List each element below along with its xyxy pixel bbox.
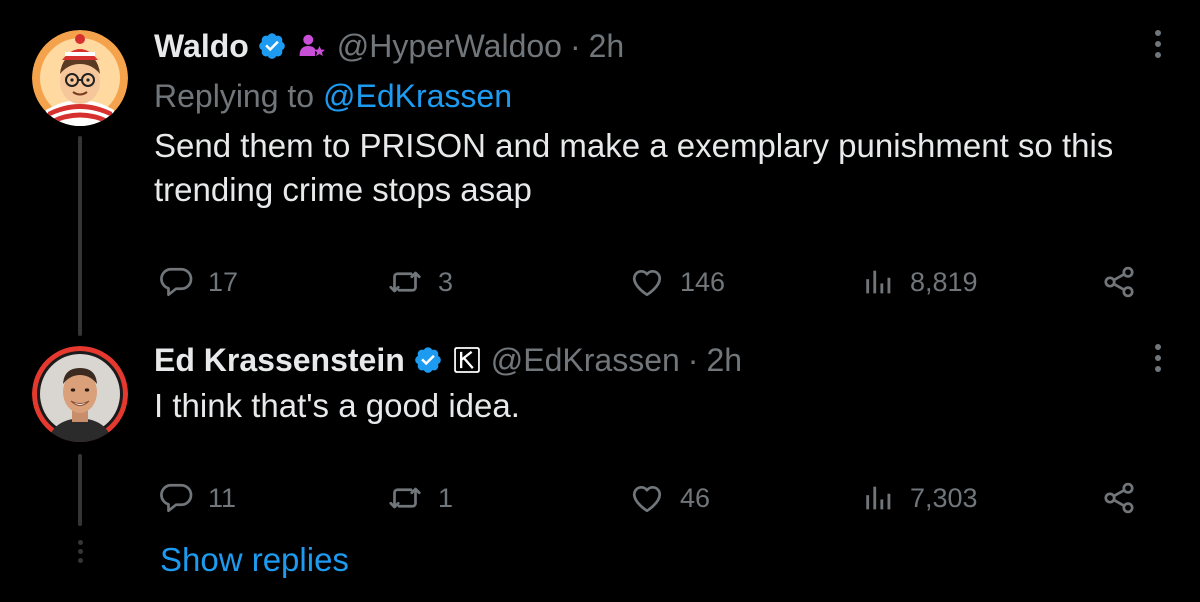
views-button[interactable]: 8,819 (862, 262, 978, 302)
affiliate-person-icon[interactable] (297, 31, 327, 61)
tweet-header: Ed Krassenstein @EdKrassen · 2h (154, 340, 1170, 380)
tweet[interactable]: Waldo @HyperWaldoo · 2h Replying to @EdK… (154, 26, 1170, 302)
reply-count: 17 (208, 266, 239, 297)
verified-badge-icon[interactable] (413, 345, 443, 375)
thread-continuation-dots (76, 540, 84, 563)
share-icon (1104, 482, 1134, 514)
reply-icon (160, 483, 193, 513)
more-options-icon[interactable] (1152, 344, 1164, 372)
verified-badge-icon[interactable] (257, 31, 287, 61)
replying-to-line: Replying to @EdKrassen (154, 76, 1170, 116)
header-separator: · (569, 27, 581, 64)
avatar[interactable] (32, 346, 128, 442)
views-count: 8,819 (910, 266, 978, 297)
tweet-actions: 17 3 146 8,819 (154, 262, 1170, 302)
views-chart-icon (866, 270, 891, 294)
reply-button[interactable]: 11 (158, 478, 236, 518)
tweet-timestamp[interactable]: 2h (706, 342, 742, 379)
ed-avatar-icon (32, 346, 128, 442)
display-name[interactable]: Ed Krassenstein (154, 342, 405, 379)
repost-button[interactable]: 1 (386, 478, 453, 518)
views-chart-icon (866, 486, 891, 510)
show-replies-link[interactable]: Show replies (160, 538, 349, 582)
like-button[interactable]: 46 (628, 478, 710, 518)
display-name[interactable]: Waldo (154, 28, 249, 65)
repost-icon (389, 487, 421, 509)
tweet-text: I think that's a good idea. (154, 387, 520, 424)
user-handle[interactable]: @HyperWaldoo (337, 28, 562, 65)
tweet[interactable]: Ed Krassenstein @EdKrassen · 2h I think … (154, 340, 1170, 518)
reply-button[interactable]: 17 (158, 262, 238, 302)
k-logo-badge-icon[interactable] (453, 346, 481, 374)
tweet-header: Waldo @HyperWaldoo · 2h (154, 26, 1170, 66)
more-options-icon[interactable] (1152, 30, 1164, 58)
views-button[interactable]: 7,303 (862, 478, 978, 518)
header-separator: · (687, 341, 699, 378)
like-count: 46 (680, 482, 711, 513)
reply-icon (160, 267, 193, 297)
views-count: 7,303 (910, 482, 978, 513)
user-handle[interactable]: @EdKrassen (491, 342, 680, 379)
replying-to-mention[interactable]: @EdKrassen (323, 78, 512, 114)
tweet-text: Send them to PRISON and make a exemplary… (154, 127, 1114, 208)
replying-prefix: Replying to (154, 78, 315, 114)
reply-count: 11 (208, 482, 237, 513)
repost-button[interactable]: 3 (386, 262, 453, 302)
thread-connector-line (78, 454, 82, 526)
tweet-actions: 11 1 46 7,303 (154, 478, 1170, 518)
repost-count: 1 (438, 482, 454, 513)
waldo-avatar-icon (32, 30, 128, 126)
like-count: 146 (680, 266, 726, 297)
like-button[interactable]: 146 (628, 262, 725, 302)
share-icon (1104, 266, 1134, 298)
share-button[interactable] (1100, 262, 1138, 302)
heart-icon (632, 269, 662, 297)
thread-connector-line (78, 136, 82, 336)
tweet-timestamp[interactable]: 2h (589, 28, 625, 65)
repost-icon (389, 271, 421, 293)
share-button[interactable] (1100, 478, 1138, 518)
avatar[interactable] (32, 30, 128, 126)
heart-icon (632, 485, 662, 513)
repost-count: 3 (438, 266, 454, 297)
